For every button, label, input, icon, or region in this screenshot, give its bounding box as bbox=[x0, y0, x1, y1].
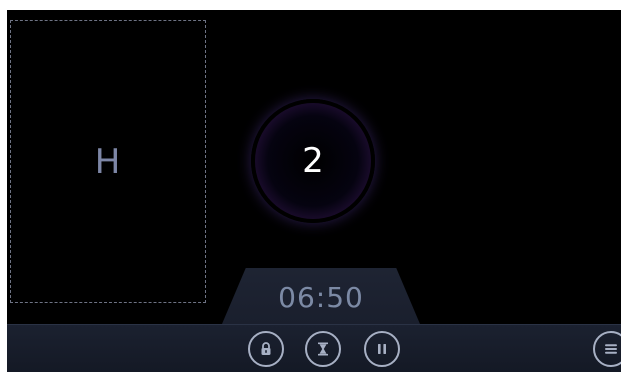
menu-icon bbox=[603, 341, 619, 357]
lock-icon bbox=[258, 341, 274, 357]
pause-icon bbox=[374, 341, 390, 357]
menu-button[interactable] bbox=[593, 331, 621, 367]
pause-button[interactable] bbox=[364, 331, 400, 367]
lock-button[interactable] bbox=[248, 331, 284, 367]
zone-heat-indicator: H bbox=[94, 141, 122, 182]
cooktop-screen: H 2 06:50 bbox=[7, 10, 621, 372]
timer-display: 06:50 bbox=[278, 280, 364, 314]
power-level-value: 2 bbox=[302, 141, 324, 181]
timer-button[interactable] bbox=[305, 331, 341, 367]
bottom-toolbar bbox=[7, 324, 621, 372]
hourglass-icon bbox=[315, 341, 331, 357]
cooking-zone[interactable]: H bbox=[10, 20, 206, 303]
power-level-dial[interactable]: 2 bbox=[251, 99, 375, 223]
